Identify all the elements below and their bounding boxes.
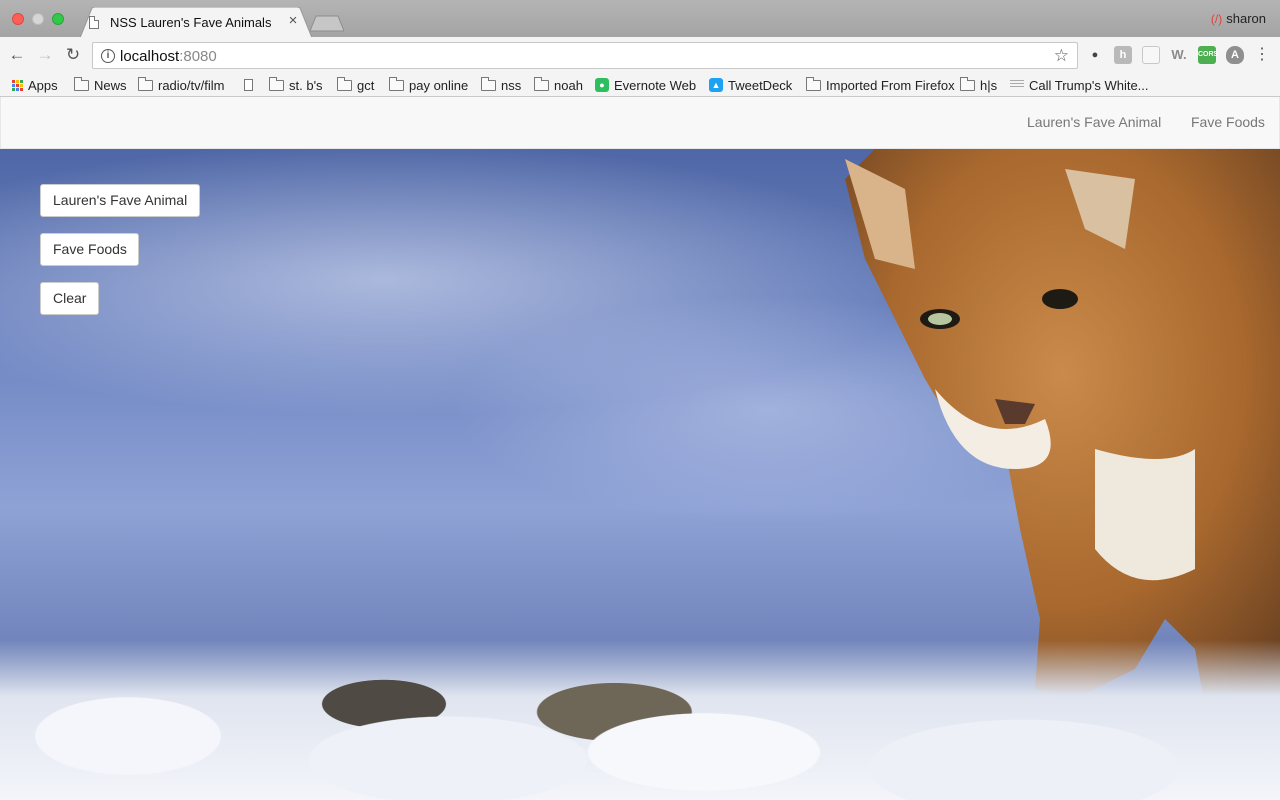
menu-dots-icon[interactable]: ⋮	[1253, 46, 1271, 64]
bookmark-label: TweetDeck	[728, 77, 793, 93]
folder-icon	[481, 76, 496, 91]
bookmark-folder[interactable]: nss	[481, 75, 521, 95]
tab-title: NSS Lauren's Fave Animals	[110, 15, 272, 30]
evernote-icon: ●	[595, 78, 609, 92]
extension-w-icon[interactable]: W.	[1170, 46, 1188, 64]
profile-icon: (/)	[1210, 12, 1223, 26]
bookmark-label: Call Trump's White...	[1029, 77, 1149, 93]
folder-icon	[534, 76, 549, 91]
address-bar[interactable]: i localhost:8080 ☆	[92, 42, 1078, 69]
snowy-ground-image	[0, 640, 1280, 800]
bookmark-page[interactable]	[244, 75, 253, 95]
browser-title-bar: NSS Lauren's Fave Animals × (/) sharon	[0, 0, 1280, 38]
close-icon[interactable]: ×	[285, 13, 301, 29]
bookmark-folder[interactable]: Imported From Firefox	[806, 75, 955, 95]
nav-link-fave-foods[interactable]: Fave Foods	[1191, 114, 1265, 130]
url-host: localhost	[120, 48, 180, 65]
url-text[interactable]: localhost:8080	[120, 48, 217, 65]
page-viewport: Lauren's Fave Animal Fave Foods Lauren's…	[0, 97, 1280, 800]
bookmark-label: Evernote Web	[614, 77, 697, 93]
extension-a-icon[interactable]: A	[1226, 46, 1244, 64]
cors-extension-icon[interactable]: CORS	[1198, 46, 1218, 64]
bookmark-label: radio/tv/film	[158, 77, 225, 93]
whitehouse-icon	[1010, 80, 1024, 90]
active-tab[interactable]: NSS Lauren's Fave Animals ×	[80, 7, 312, 38]
bookmark-label: News	[94, 77, 127, 93]
reload-icon[interactable]: ↻	[62, 44, 84, 66]
apps-grid-icon	[12, 79, 23, 91]
url-port: :8080	[179, 48, 217, 65]
bookmark-folder[interactable]: gct	[337, 75, 374, 95]
mountain-lion-image	[845, 149, 1280, 709]
info-icon[interactable]: i	[101, 49, 115, 63]
mountain-lion-background-image	[0, 149, 1280, 800]
bookmark-folder[interactable]: noah	[534, 75, 583, 95]
minimize-window-button[interactable]	[32, 13, 44, 25]
bookmark-whitehouse[interactable]: Call Trump's White...	[1010, 75, 1149, 95]
bookmark-label: nss	[501, 77, 522, 93]
bookmark-folder[interactable]: radio/tv/film	[138, 75, 224, 95]
bookmark-evernote[interactable]: ● Evernote Web	[595, 75, 696, 95]
folder-icon	[74, 76, 89, 91]
bookmark-apps[interactable]: Apps	[12, 75, 58, 95]
bookmark-label: pay online	[409, 77, 469, 93]
profile-name: sharon	[1226, 11, 1266, 26]
folder-icon	[269, 76, 284, 91]
close-window-button[interactable]	[12, 13, 24, 25]
nav-link-fave-animal[interactable]: Lauren's Fave Animal	[1027, 114, 1161, 130]
page-favicon-icon	[89, 16, 99, 29]
bookmark-folder[interactable]: st. b's	[269, 75, 323, 95]
clear-button[interactable]: Clear	[40, 282, 99, 315]
bookmark-folder[interactable]: h|s	[960, 75, 997, 95]
folder-icon	[960, 76, 975, 91]
bookmark-folder[interactable]: News	[74, 75, 127, 95]
bookmark-label: Imported From Firefox	[826, 77, 955, 93]
folder-icon	[138, 76, 153, 91]
tweetdeck-icon: ▲	[709, 78, 723, 92]
bookmark-label: Apps	[28, 77, 58, 93]
folder-icon	[389, 76, 404, 91]
bookmark-label: h|s	[980, 77, 998, 93]
bookmarks-bar: Apps News radio/tv/film st. b's gct pay …	[0, 73, 1280, 97]
profile-button[interactable]: (/) sharon	[1211, 11, 1266, 26]
extension-icon[interactable]: h	[1114, 46, 1132, 64]
bookmark-label: noah	[554, 77, 583, 93]
new-tab-button[interactable]	[310, 15, 344, 32]
page-icon	[244, 79, 253, 91]
extension-blank-icon[interactable]	[1142, 46, 1160, 64]
evernote-extension-icon[interactable]: ●	[1086, 46, 1104, 64]
forward-arrow-icon[interactable]: →	[34, 44, 56, 66]
bookmark-tweetdeck[interactable]: ▲ TweetDeck	[709, 75, 792, 95]
browser-toolbar: ← → ↻ i localhost:8080 ☆ ● h W. CORS A ⋮	[0, 37, 1280, 73]
folder-icon	[806, 76, 821, 91]
back-arrow-icon[interactable]: ←	[6, 44, 28, 66]
fave-animal-button[interactable]: Lauren's Fave Animal	[40, 184, 200, 217]
fave-foods-button[interactable]: Fave Foods	[40, 233, 139, 266]
top-navbar: Lauren's Fave Animal Fave Foods	[0, 97, 1280, 149]
bookmark-label: st. b's	[289, 77, 323, 93]
bookmark-folder[interactable]: pay online	[389, 75, 468, 95]
bookmark-star-icon[interactable]: ☆	[1054, 46, 1069, 66]
bookmark-label: gct	[357, 77, 375, 93]
zoom-window-button[interactable]	[52, 13, 64, 25]
folder-icon	[337, 76, 352, 91]
